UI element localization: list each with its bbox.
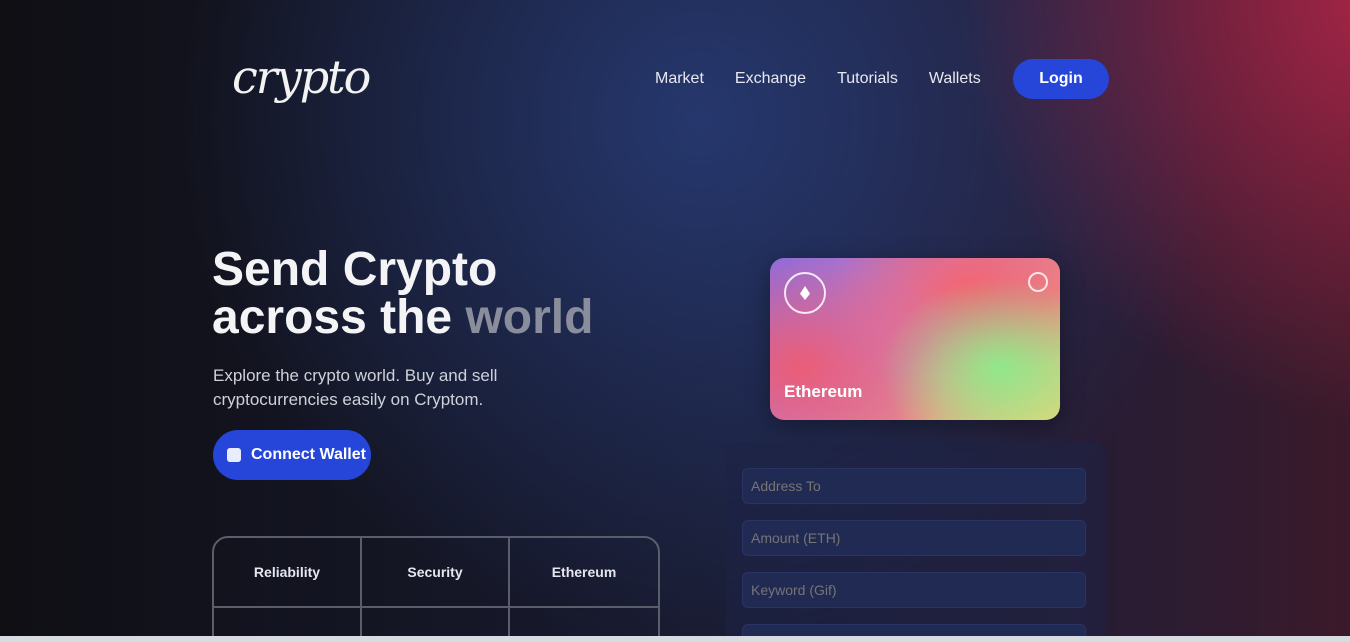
nav-item-wallets[interactable]: Wallets (929, 64, 981, 94)
ethereum-icon (784, 272, 826, 314)
feature-ethereum: Ethereum (510, 538, 658, 608)
card-label: Ethereum (784, 382, 863, 401)
nav-item-tutorials[interactable]: Tutorials (837, 64, 898, 94)
nav-item-exchange[interactable]: Exchange (735, 64, 806, 94)
feature-reliability: Reliability (214, 538, 362, 608)
page-bottom-border (0, 636, 1350, 642)
connect-wallet-button[interactable]: Connect Wallet (213, 430, 371, 480)
hero-title-line1: Send Crypto (212, 243, 498, 296)
logo[interactable]: crypto (232, 50, 371, 104)
connect-wallet-label: Connect Wallet (251, 446, 366, 463)
features-grid: Reliability Security Ethereum (212, 536, 660, 642)
hero-title-highlight: world (465, 291, 594, 344)
ethereum-card: Ethereum (770, 258, 1060, 420)
address-input[interactable] (742, 468, 1086, 504)
hero-title-line2: across the (212, 291, 453, 344)
feature-security: Security (362, 538, 510, 608)
keyword-input[interactable] (742, 572, 1086, 608)
login-button[interactable]: Login (1013, 59, 1109, 99)
info-icon[interactable] (1028, 272, 1048, 292)
main-nav: Market Exchange Tutorials Wallets (655, 64, 1012, 94)
send-form (726, 442, 1106, 642)
nav-item-market[interactable]: Market (655, 64, 704, 94)
hero-title: Send Crypto across the world (212, 246, 632, 342)
amount-input[interactable] (742, 520, 1086, 556)
wallet-icon (227, 448, 241, 462)
hero-subtitle: Explore the crypto world. Buy and sell c… (213, 366, 498, 409)
